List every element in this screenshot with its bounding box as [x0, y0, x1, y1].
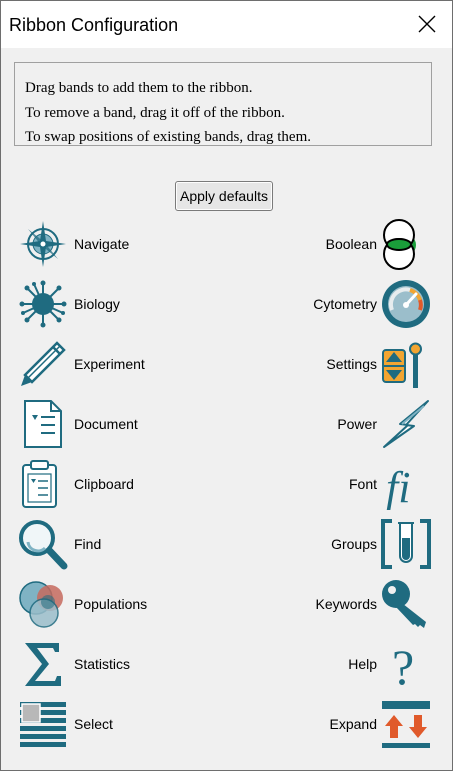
close-button[interactable] [402, 1, 452, 48]
band-populations[interactable]: Populations [17, 576, 147, 632]
venn-icon [380, 218, 432, 270]
band-label: Help [348, 656, 377, 672]
expand-arrows-icon [380, 698, 432, 750]
document-icon [17, 398, 69, 450]
band-label: Biology [74, 296, 120, 312]
key-icon [380, 578, 432, 630]
band-find[interactable]: Find [17, 516, 101, 572]
question-mark-icon: ? [380, 638, 432, 690]
cell-icon [17, 278, 69, 330]
band-groups[interactable]: Groups [331, 516, 432, 572]
pencil-icon [17, 338, 69, 390]
band-label: Find [74, 536, 102, 552]
sigma-icon [17, 638, 69, 690]
band-label: Font [348, 476, 377, 492]
settings-slider-icon [380, 338, 432, 390]
test-tube-icon [380, 518, 432, 570]
clipboard-icon [17, 458, 69, 510]
compass-icon [17, 218, 69, 270]
select-icon [17, 698, 69, 750]
band-label: Cytometry [313, 296, 377, 312]
band-navigate[interactable]: Navigate [17, 216, 129, 272]
band-experiment[interactable]: Experiment [17, 336, 145, 392]
band-cytometry[interactable]: Cytometry [313, 276, 432, 332]
band-biology[interactable]: Biology [17, 276, 120, 332]
band-font[interactable]: Font fi [349, 456, 432, 512]
instructions-box: Drag bands to add them to the ribbon. To… [14, 62, 432, 146]
magnifier-icon [17, 518, 69, 570]
band-expand[interactable]: Expand [330, 696, 432, 752]
band-label: Expand [329, 716, 377, 732]
band-settings[interactable]: Settings [326, 336, 432, 392]
font-fi-icon: fi [380, 458, 432, 510]
band-label: Boolean [325, 236, 377, 252]
band-label: Select [74, 716, 113, 732]
svg-text:fi: fi [386, 463, 410, 510]
band-label: Populations [74, 596, 148, 612]
band-label: Power [337, 416, 377, 432]
band-power[interactable]: Power [337, 396, 432, 452]
title-bar: Ribbon Configuration [1, 1, 452, 48]
band-keywords[interactable]: Keywords [316, 576, 432, 632]
instruction-line: To remove a band, drag it off of the rib… [25, 104, 285, 121]
instruction-line: To swap positions of existing bands, dra… [25, 129, 312, 145]
band-help[interactable]: Help ? [348, 636, 432, 692]
ribbon-configuration-dialog: Ribbon Configuration Drag bands to add t… [0, 0, 453, 771]
band-label: Experiment [74, 356, 145, 372]
band-label: Statistics [74, 656, 131, 672]
populations-icon [17, 578, 69, 630]
band-label: Keywords [315, 596, 377, 612]
window-title: Ribbon Configuration [9, 15, 179, 35]
band-label: Navigate [74, 236, 130, 252]
close-icon [418, 15, 436, 33]
band-label: Clipboard [74, 476, 134, 492]
band-select[interactable]: Select [17, 696, 113, 752]
band-statistics[interactable]: Statistics [17, 636, 130, 692]
band-label: Settings [326, 356, 377, 372]
apply-defaults-button[interactable]: Apply defaults [175, 181, 273, 211]
band-document[interactable]: Document [17, 396, 138, 452]
band-label: Groups [331, 536, 377, 552]
gauge-icon [380, 278, 432, 330]
instruction-line: Drag bands to add them to the ribbon. [25, 80, 253, 96]
band-boolean[interactable]: Boolean [326, 216, 432, 272]
band-clipboard[interactable]: Clipboard [17, 456, 134, 512]
svg-text:?: ? [392, 639, 414, 690]
band-label: Document [74, 416, 138, 432]
lightning-icon [380, 398, 432, 450]
